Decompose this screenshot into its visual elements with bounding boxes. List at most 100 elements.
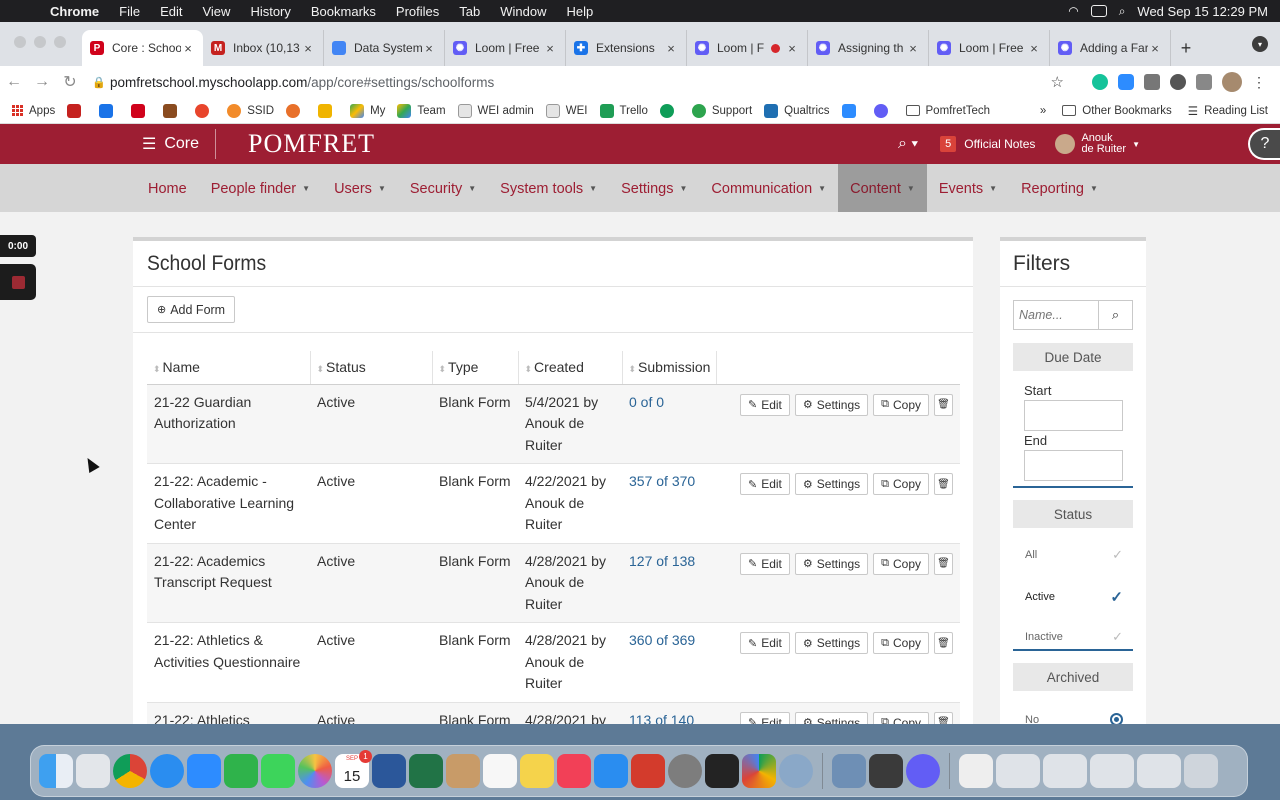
word-icon[interactable] <box>372 754 406 788</box>
delete-trash-icon[interactable]: 🗑 <box>934 393 953 416</box>
settings-button[interactable]: ⚙ Settings <box>794 393 869 416</box>
tab-8[interactable]: ✺ Adding a Far × <box>1050 30 1171 66</box>
delete-trash-icon[interactable]: 🗑 <box>934 552 953 575</box>
nav-people-finder[interactable]: People finder ▼ <box>199 164 322 213</box>
close-tab-icon[interactable]: × <box>543 41 557 56</box>
due-date-header[interactable]: Due Date <box>1013 343 1133 371</box>
close-tab-icon[interactable]: × <box>785 41 799 56</box>
name-filter-input[interactable] <box>1014 301 1098 329</box>
nav-content[interactable]: Content ▼ <box>838 164 927 213</box>
menu-history[interactable]: History <box>240 4 300 19</box>
facetime-icon[interactable] <box>224 754 258 788</box>
contacts-icon[interactable] <box>446 754 480 788</box>
pomfret-logo[interactable]: POMFRET <box>248 129 375 159</box>
chrome-menu-icon[interactable]: ⋮ <box>1252 74 1266 91</box>
nav-security[interactable]: Security ▼ <box>398 164 488 213</box>
tab-3[interactable]: ✺ Loom | Free × <box>445 30 566 66</box>
tab-1[interactable]: M Inbox (10,13 × <box>203 30 324 66</box>
menu-app-name[interactable]: Chrome <box>40 4 109 19</box>
edit-button[interactable]: ✎ Edit <box>739 552 790 575</box>
form-name[interactable]: 21-22: Academic - Collaborative Learning… <box>147 463 310 544</box>
form-name[interactable]: 21-22: Athletics ImPACT Testing <box>147 702 310 724</box>
trash-icon[interactable] <box>1184 754 1218 788</box>
help-icon[interactable]: ? <box>1248 128 1280 160</box>
address-bar[interactable]: 🔒 pomfretschool.myschoolapp.com/app/core… <box>88 68 1051 96</box>
bookmark-pomfret-icon[interactable] <box>131 103 151 118</box>
profile-avatar[interactable] <box>1222 72 1242 92</box>
bookmark-red-icon[interactable] <box>195 103 215 118</box>
bookmark-zoom-icon[interactable] <box>841 103 862 118</box>
reload-icon[interactable]: ↻ <box>56 72 84 92</box>
settings-button[interactable]: ⚙ Settings <box>794 473 869 495</box>
launchpad-icon[interactable] <box>76 754 110 788</box>
tab-4[interactable]: ✚ Extensions × <box>566 30 687 66</box>
user-avatar[interactable] <box>1055 134 1076 154</box>
puzzle-icon[interactable] <box>1196 74 1212 90</box>
settings-button[interactable]: ⚙ Settings <box>794 711 869 724</box>
copy-button[interactable]: ⧉ Copy <box>873 473 929 495</box>
close-tab-icon[interactable]: × <box>301 41 315 56</box>
extension-icon[interactable] <box>1170 74 1186 90</box>
sort-icon[interactable]: ⬍ <box>629 364 637 374</box>
tab-0[interactable]: P Core : Schoo × <box>82 30 203 66</box>
radio-selected-icon[interactable] <box>1110 713 1123 724</box>
sort-icon[interactable]: ⬍ <box>317 364 325 374</box>
menu-tab[interactable]: Tab <box>449 4 490 19</box>
archived-header[interactable]: Archived <box>1013 663 1133 691</box>
copy-button[interactable]: ⧉ Copy <box>873 632 929 654</box>
close-tab-icon[interactable]: × <box>181 41 195 56</box>
window-controls[interactable] <box>14 36 66 48</box>
bookmark-wei-admin[interactable]: WEI admin <box>457 103 534 118</box>
edit-button[interactable]: ✎ Edit <box>739 711 790 724</box>
status-option-inactive[interactable]: Inactive ✓ <box>1025 629 1123 645</box>
window-thumb-icon[interactable] <box>1090 754 1134 788</box>
nav-settings[interactable]: Settings ▼ <box>609 164 699 213</box>
status-option-active[interactable]: Active ✓ <box>1025 588 1123 606</box>
settings-button[interactable]: ⚙ Settings <box>794 552 869 575</box>
notes-count-badge[interactable]: 5 <box>940 136 957 152</box>
nav-events[interactable]: Events ▼ <box>927 164 1009 213</box>
form-name[interactable]: 21-22: Academics Transcript Request <box>147 543 310 623</box>
grammarly-icon[interactable] <box>1092 74 1108 90</box>
bookmark-star-icon[interactable]: ☆ <box>1051 73 1064 91</box>
delete-trash-icon[interactable]: 🗑 <box>934 632 953 654</box>
photos-icon[interactable] <box>298 754 332 788</box>
window-thumb-icon[interactable] <box>996 754 1040 788</box>
menu-clock[interactable]: Wed Sep 15 12:29 PM <box>1137 4 1268 19</box>
window-thumb-icon[interactable] <box>1043 754 1087 788</box>
close-tab-icon[interactable]: × <box>906 41 920 56</box>
loom-stop-button[interactable] <box>0 264 36 300</box>
nav-users[interactable]: Users ▼ <box>322 164 398 213</box>
official-notes-link[interactable]: Official Notes <box>964 137 1035 151</box>
remote-desktop-icon[interactable] <box>631 754 665 788</box>
zoom-icon[interactable] <box>187 754 221 788</box>
bookmark-calendar-icon[interactable] <box>99 103 119 118</box>
menu-profiles[interactable]: Profiles <box>386 4 449 19</box>
tab-2[interactable]: Data System × <box>324 30 445 66</box>
delete-trash-icon[interactable]: 🗑 <box>934 711 953 724</box>
window-thumb-icon[interactable] <box>1137 754 1181 788</box>
bookmark-support[interactable]: Support <box>691 103 752 118</box>
forward-icon[interactable]: → <box>28 73 56 91</box>
tab-7[interactable]: ✺ Loom | Free × <box>929 30 1050 66</box>
bookmark-yellow-icon[interactable] <box>318 103 338 118</box>
edit-button[interactable]: ✎ Edit <box>739 632 790 654</box>
excel-icon[interactable] <box>409 754 443 788</box>
bookmark-wei[interactable]: WEI <box>545 103 588 118</box>
copy-button[interactable]: ⧉ Copy <box>873 393 929 416</box>
archived-no-option[interactable]: No <box>1025 713 1123 724</box>
user-name[interactable]: Anouk de Ruiter <box>1081 133 1126 155</box>
status-option-all[interactable]: All ✓ <box>1025 547 1123 563</box>
column-header-status[interactable]: ⬍ Status <box>309 351 432 385</box>
battery-icon[interactable] <box>1090 5 1107 17</box>
bookmark-green-icon[interactable] <box>659 103 680 118</box>
form-name[interactable]: 21-22: Athletics & Activities Questionna… <box>147 622 310 703</box>
bookmark-orange-icon[interactable] <box>286 103 306 118</box>
table-row[interactable]: 21-22: Athletics & Activities Questionna… <box>147 622 960 703</box>
menu-file[interactable]: File <box>109 4 150 19</box>
table-row[interactable]: 21-22: Academics Transcript Request Activ… <box>147 543 960 623</box>
column-header-created[interactable]: ⬍ Created <box>517 351 622 385</box>
close-tab-icon[interactable]: × <box>664 41 678 56</box>
add-form-button[interactable]: ⊕ Add Form <box>147 296 236 323</box>
column-header-name[interactable]: ⬍ Name <box>147 351 310 385</box>
